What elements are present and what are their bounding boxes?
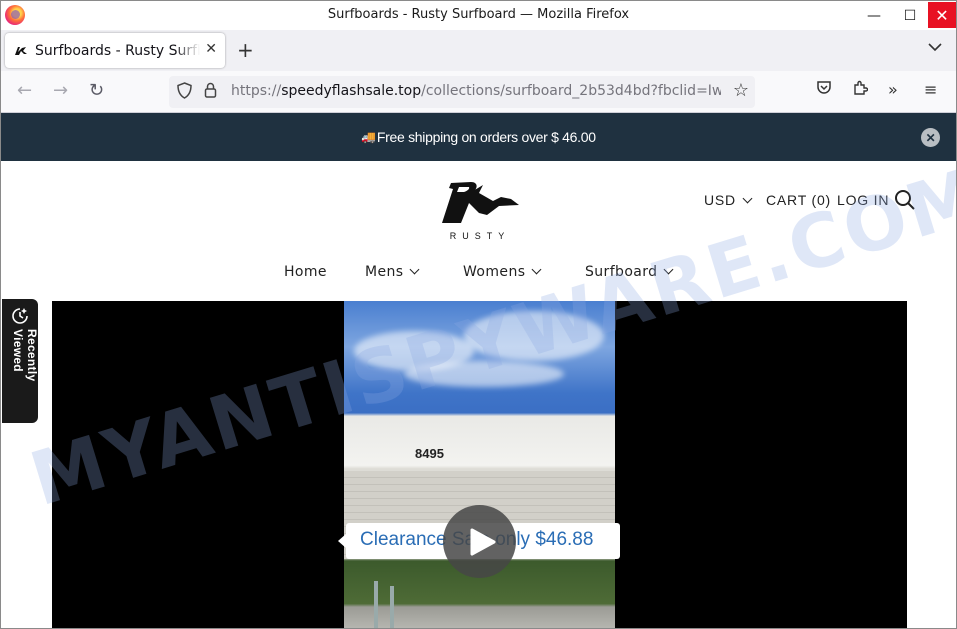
new-tab-button[interactable]: + bbox=[237, 40, 254, 60]
nav-womens[interactable]: Womens bbox=[463, 264, 542, 280]
reload-button[interactable]: ↻ bbox=[89, 80, 104, 101]
post bbox=[374, 581, 378, 628]
app-menu-button[interactable]: ≡ bbox=[924, 80, 937, 99]
play-button[interactable] bbox=[443, 505, 516, 578]
title-bar: Surfboards - Rusty Surfboard — Mozilla F… bbox=[1, 1, 956, 30]
cloud bbox=[404, 361, 564, 387]
recently-viewed-label: Recently Viewed bbox=[11, 329, 39, 382]
currency-selector[interactable]: USD bbox=[704, 192, 753, 208]
chevron-down-icon bbox=[928, 43, 942, 52]
clock-moon-icon bbox=[11, 307, 29, 329]
window-title: Surfboards - Rusty Surfboard — Mozilla F… bbox=[327, 7, 630, 22]
url-path: /collections/surfboard_2b53d4bd?fbclid=I… bbox=[421, 83, 721, 99]
post bbox=[390, 586, 394, 628]
browser-window: Surfboards - Rusty Surfboard — Mozilla F… bbox=[0, 0, 957, 629]
video-frame: 8495 bbox=[344, 301, 615, 628]
lock-icon[interactable] bbox=[204, 82, 217, 102]
rusty-favicon-icon bbox=[13, 43, 29, 59]
nav-surfboard[interactable]: Surfboard bbox=[585, 264, 674, 280]
tab-close-icon[interactable]: ✕ bbox=[205, 41, 217, 57]
cart-link[interactable]: CART (0) bbox=[766, 192, 831, 208]
truck-icon: 🚚 bbox=[361, 130, 376, 144]
bookmark-star-icon[interactable]: ☆ bbox=[733, 80, 749, 101]
login-link[interactable]: LOG IN bbox=[837, 192, 889, 208]
chevron-down-icon bbox=[531, 264, 542, 275]
pocket-icon[interactable] bbox=[816, 80, 832, 99]
extensions-icon[interactable] bbox=[852, 80, 869, 100]
nav-mens[interactable]: Mens bbox=[365, 264, 420, 280]
recently-viewed-tab[interactable]: Recently Viewed bbox=[2, 299, 39, 423]
promo-banner: 🚚 Free shipping on orders over $ 46.00 ✕ bbox=[1, 113, 956, 161]
tab-strip: Surfboards - Rusty Surfboard ✕ + bbox=[1, 30, 956, 71]
search-icon[interactable] bbox=[894, 189, 916, 211]
building-number: 8495 bbox=[415, 446, 444, 461]
rusty-logo[interactable]: RUSTY bbox=[439, 179, 521, 243]
minimize-button[interactable]: — bbox=[856, 1, 892, 30]
maximize-button[interactable]: ☐ bbox=[892, 1, 928, 30]
url-scheme: https:// bbox=[231, 83, 282, 99]
back-button[interactable]: ← bbox=[17, 80, 32, 101]
promo-text: Free shipping on orders over $ 46.00 bbox=[376, 129, 596, 145]
promo-close-button[interactable]: ✕ bbox=[921, 128, 940, 147]
url-host: speedyflashsale.top bbox=[281, 83, 422, 99]
web-page: 🚚 Free shipping on orders over $ 46.00 ✕… bbox=[1, 113, 956, 628]
nav-home[interactable]: Home bbox=[284, 264, 327, 280]
play-icon bbox=[470, 528, 495, 555]
forward-button[interactable]: → bbox=[53, 80, 68, 101]
rusty-logo-mark-icon bbox=[442, 182, 519, 223]
url-bar[interactable]: https://speedyflashsale.top/collections/… bbox=[169, 76, 755, 108]
url-text[interactable]: https://speedyflashsale.top/collections/… bbox=[231, 83, 721, 99]
nav-surfboard-label: Surfboard bbox=[585, 264, 658, 280]
navigation-toolbar: ← → ↻ https://speedyflashsale.top/collec… bbox=[1, 71, 956, 113]
overflow-menu-button[interactable]: » bbox=[888, 80, 898, 99]
rusty-wordmark: RUSTY bbox=[449, 231, 511, 241]
chevron-down-icon bbox=[410, 264, 420, 275]
promo-video[interactable]: 8495 Clearance Sale only $46.88 bbox=[52, 301, 907, 628]
cloud bbox=[464, 311, 604, 361]
tab-label: Surfboards - Rusty Surfboard bbox=[35, 42, 200, 59]
window-controls: — ☐ ✕ bbox=[856, 1, 956, 30]
close-window-button[interactable]: ✕ bbox=[928, 2, 956, 28]
chevron-down-icon bbox=[742, 193, 753, 204]
tab-surfboards[interactable]: Surfboards - Rusty Surfboard ✕ bbox=[5, 33, 225, 68]
list-all-tabs-button[interactable] bbox=[928, 40, 942, 56]
currency-label: USD bbox=[704, 192, 736, 208]
tracking-shield-icon[interactable] bbox=[177, 82, 192, 103]
nav-womens-label: Womens bbox=[463, 264, 526, 280]
chevron-down-icon bbox=[664, 264, 674, 275]
nav-mens-label: Mens bbox=[365, 264, 404, 280]
